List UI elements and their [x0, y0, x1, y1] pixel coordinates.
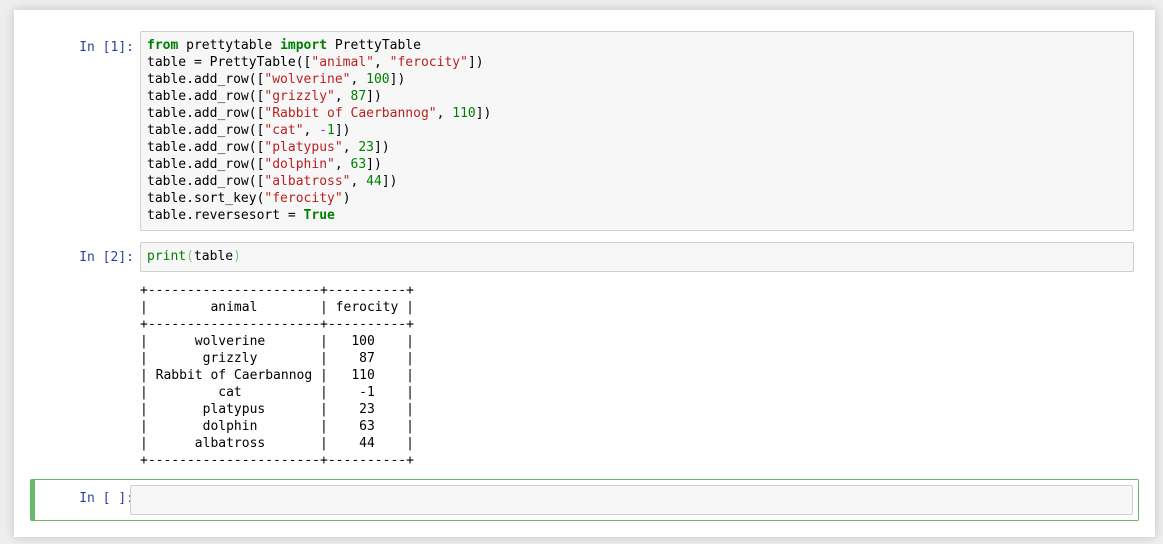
- code-token: ]): [475, 106, 492, 121]
- input-prompt: In [ ]:: [79, 491, 134, 506]
- cell-output: +----------------------+----------+ | an…: [140, 282, 414, 469]
- input-prompt: In [1]:: [79, 40, 134, 55]
- code-token: "platypus": [264, 140, 343, 155]
- code-token: "Rabbit of Caerbannog": [264, 106, 437, 121]
- code-token: ]): [366, 89, 382, 104]
- code-token: ]): [381, 174, 398, 189]
- code-cell-2[interactable]: In [2]: print(table): [30, 242, 1141, 274]
- code-token: print: [147, 249, 187, 264]
- table-row: | wolverine | 100 |: [140, 334, 414, 349]
- code-token: ,: [334, 157, 351, 172]
- code-cell-1[interactable]: In [1]: from prettytable import PrettyTa…: [30, 31, 1141, 231]
- code-token: ): [233, 249, 241, 264]
- code-line: table.add_row(["grizzly", 87]): [147, 89, 382, 104]
- code-token: ]): [389, 72, 406, 87]
- code-token: table.add_row([: [147, 72, 265, 87]
- code-token: ]): [334, 123, 351, 138]
- code-token: 87: [350, 89, 367, 104]
- code-token: -: [319, 123, 328, 138]
- code-token: "wolverine": [264, 72, 351, 87]
- code-token: ): [342, 191, 351, 206]
- code-token: table.add_row([: [147, 123, 265, 138]
- code-cell-3-selected[interactable]: In [ ]:: [30, 479, 1139, 521]
- code-token: ,: [350, 174, 367, 189]
- code-token: 44: [366, 174, 382, 189]
- code-token: (: [186, 249, 194, 264]
- code-token: table.add_row([: [147, 140, 265, 155]
- code-token: table.reversesort =: [147, 208, 304, 223]
- code-token: table: [193, 249, 234, 264]
- code-token: "grizzly": [264, 89, 335, 104]
- code-token: ,: [334, 89, 351, 104]
- code-token: table.add_row([: [147, 89, 265, 104]
- code-token: import: [280, 38, 328, 53]
- code-line: table.add_row(["platypus", 23]): [147, 140, 390, 155]
- code-token: 63: [350, 157, 367, 172]
- table-row: | platypus | 23 |: [140, 402, 414, 417]
- code-token: ]): [374, 140, 390, 155]
- table-row: | cat | -1 |: [140, 385, 414, 400]
- code-editor-empty[interactable]: [130, 485, 1133, 515]
- code-line: table.add_row(["wolverine", 100]): [147, 72, 405, 87]
- code-token: PrettyTable: [327, 38, 421, 53]
- table-border: +----------------------+----------+: [140, 453, 414, 468]
- code-line: table.add_row(["albatross", 44]): [147, 174, 397, 189]
- code-token: table.sort_key(: [147, 191, 265, 206]
- code-token: "dolphin": [264, 157, 335, 172]
- code-token: 100: [366, 72, 390, 87]
- code-line: table.add_row(["cat", -1]): [147, 123, 351, 138]
- code-token: ]): [366, 157, 382, 172]
- code-token: "albatross": [264, 174, 351, 189]
- code-line: table.add_row(["dolphin", 63]): [147, 157, 382, 172]
- notebook-container: In [1]: from prettytable import PrettyTa…: [14, 10, 1155, 537]
- table-header: | animal | ferocity |: [140, 300, 414, 315]
- table-row: | grizzly | 87 |: [140, 351, 414, 366]
- code-token: table.add_row([: [147, 174, 265, 189]
- code-line: print(table): [147, 249, 241, 264]
- code-token: from: [147, 38, 179, 53]
- table-row: | Rabbit of Caerbannog | 110 |: [140, 368, 414, 383]
- table-row: | dolphin | 63 |: [140, 419, 414, 434]
- code-token: ,: [374, 55, 390, 70]
- code-token: ,: [436, 106, 453, 121]
- code-token: ,: [303, 123, 320, 138]
- code-line: table.add_row(["Rabbit of Caerbannog", 1…: [147, 106, 491, 121]
- code-editor[interactable]: from prettytable import PrettyTable tabl…: [140, 31, 1134, 231]
- table-border: +----------------------+----------+: [140, 283, 414, 298]
- code-text[interactable]: print(table): [141, 243, 1133, 270]
- code-token: table.add_row([: [147, 157, 265, 172]
- code-line: from prettytable import PrettyTable: [147, 38, 421, 53]
- code-token: table = PrettyTable([: [147, 55, 312, 70]
- code-token: ,: [342, 140, 359, 155]
- code-line: table.sort_key("ferocity"): [147, 191, 351, 206]
- code-token: ,: [350, 72, 367, 87]
- code-line: table = PrettyTable(["animal", "ferocity…: [147, 55, 484, 70]
- code-token: prettytable: [178, 38, 281, 53]
- code-token: 110: [452, 106, 476, 121]
- table-border: +----------------------+----------+: [140, 317, 414, 332]
- code-line: table.reversesort = True: [147, 208, 335, 223]
- code-token: True: [303, 208, 335, 223]
- code-token: "ferocity": [264, 191, 343, 206]
- code-token: table.add_row([: [147, 106, 265, 121]
- code-editor[interactable]: print(table): [140, 242, 1134, 272]
- code-text[interactable]: from prettytable import PrettyTable tabl…: [141, 32, 1133, 229]
- code-text[interactable]: [131, 486, 1132, 496]
- table-row: | albatross | 44 |: [140, 436, 414, 451]
- code-token: "animal": [311, 55, 374, 70]
- code-token: "cat": [264, 123, 304, 138]
- code-token: 23: [358, 140, 374, 155]
- code-token: ]): [467, 55, 484, 70]
- code-token: 1: [327, 123, 335, 138]
- code-token: "ferocity": [389, 55, 468, 70]
- input-prompt: In [2]:: [79, 250, 134, 265]
